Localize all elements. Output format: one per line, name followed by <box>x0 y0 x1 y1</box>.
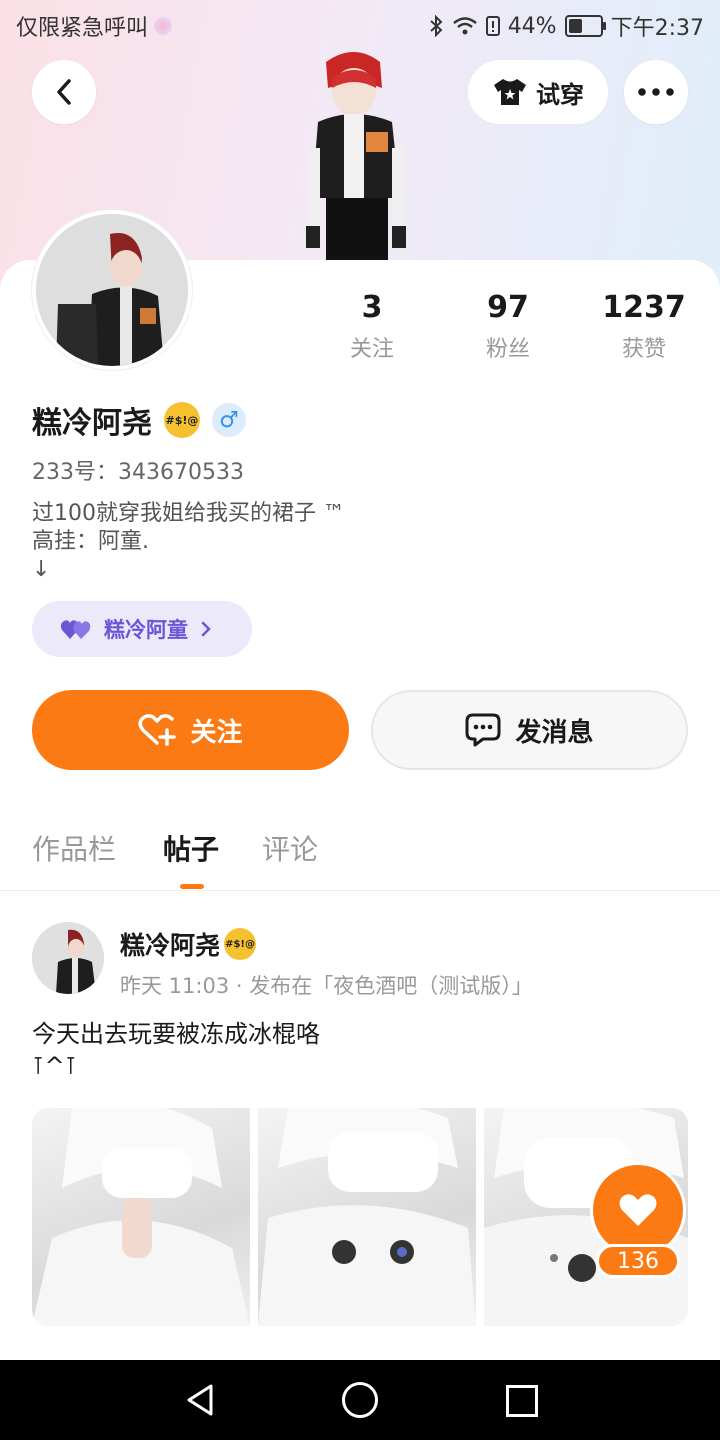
post-text: 今天出去玩要被冻成冰棍咯 ⊺^⊺ <box>32 1020 320 1080</box>
profile-name-row: 糕冷阿尧 #$!@ ♂ <box>32 398 246 442</box>
male-gender-icon: ♂ <box>212 403 246 437</box>
tab-posts[interactable]: 帖子 <box>163 828 219 868</box>
stat-value: 1237 <box>602 290 686 325</box>
stat-value: 97 <box>487 290 529 325</box>
status-time: 下午2:37 <box>610 16 704 41</box>
status-right: 44% 下午2:37 <box>428 10 704 42</box>
profile-bio: 过100就穿我姐给我买的裙子 ™ 高挂：阿童. ↓ <box>32 501 345 582</box>
fan-badge-label: 糕冷阿童 <box>104 618 188 642</box>
heart-plus-icon <box>138 714 177 746</box>
avatar-character-figure <box>296 48 416 260</box>
fan-badge-button[interactable]: 糕冷阿童 <box>32 601 252 657</box>
profile-avatar[interactable] <box>32 210 192 370</box>
battery-percent: 44% <box>507 13 557 39</box>
profile-name: 糕冷阿尧 <box>32 406 152 441</box>
stat-label: 关注 <box>349 337 394 362</box>
cursing-face-emoji-icon: #$!@ <box>164 402 200 438</box>
bluetooth-icon <box>430 15 443 37</box>
post-author-name[interactable]: 糕冷阿尧 <box>120 926 220 962</box>
tshirt-icon <box>494 79 526 105</box>
chevron-right-icon <box>201 621 211 637</box>
message-button[interactable]: 发消息 <box>371 690 688 770</box>
carrier-text: 仅限紧急呼叫 <box>16 16 149 41</box>
stat-followers[interactable]: 97 粉丝 <box>448 290 568 363</box>
double-heart-icon <box>60 620 91 639</box>
heart-icon <box>619 1194 657 1226</box>
more-icon <box>638 88 674 96</box>
stat-label: 粉丝 <box>485 337 530 362</box>
back-arrow-icon <box>57 79 71 105</box>
user-id: 233号：343670533 <box>32 460 244 485</box>
active-tab-indicator <box>180 884 204 889</box>
post-photo[interactable] <box>258 1108 476 1326</box>
back-button[interactable] <box>32 60 96 124</box>
message-label: 发消息 <box>515 717 594 748</box>
follow-button[interactable]: 关注 <box>32 690 349 770</box>
sim-alert-icon <box>485 16 500 36</box>
tab-works[interactable]: 作品栏 <box>32 828 116 868</box>
status-left: 仅限紧急呼叫 <box>16 10 173 42</box>
like-count: 136 <box>596 1244 680 1278</box>
post-photo[interactable] <box>32 1108 250 1326</box>
tab-comments[interactable]: 评论 <box>262 828 318 868</box>
nav-home-icon[interactable] <box>342 1382 378 1418</box>
stat-label: 获赞 <box>621 337 666 362</box>
stat-following[interactable]: 3 关注 <box>312 290 432 363</box>
battery-icon <box>564 15 606 37</box>
follow-label: 关注 <box>190 717 243 748</box>
post-author-row: 糕冷阿尧 #$!@ <box>120 926 257 962</box>
nav-recent-apps-icon[interactable] <box>506 1385 538 1417</box>
battery-fill <box>568 19 582 33</box>
more-options-button[interactable] <box>624 60 688 124</box>
try-on-button[interactable]: 试穿 <box>468 60 608 124</box>
try-on-label: 试穿 <box>536 80 584 109</box>
cursing-face-emoji-icon: #$!@ <box>224 928 257 960</box>
post-author-avatar[interactable] <box>32 922 104 994</box>
chat-bubble-icon <box>465 713 501 747</box>
post-meta: 昨天 11:03 · 发布在「夜色酒吧（测试版）」 <box>120 974 533 998</box>
nav-back-icon[interactable] <box>186 1384 214 1416</box>
tab-divider <box>0 890 720 891</box>
stat-likes[interactable]: 1237 获赞 <box>584 290 704 363</box>
stat-value: 3 <box>361 290 383 325</box>
status-bar: 仅限紧急呼叫 44% 下午2:37 <box>0 0 720 50</box>
notification-icon <box>154 17 173 35</box>
wifi-icon <box>452 17 477 35</box>
